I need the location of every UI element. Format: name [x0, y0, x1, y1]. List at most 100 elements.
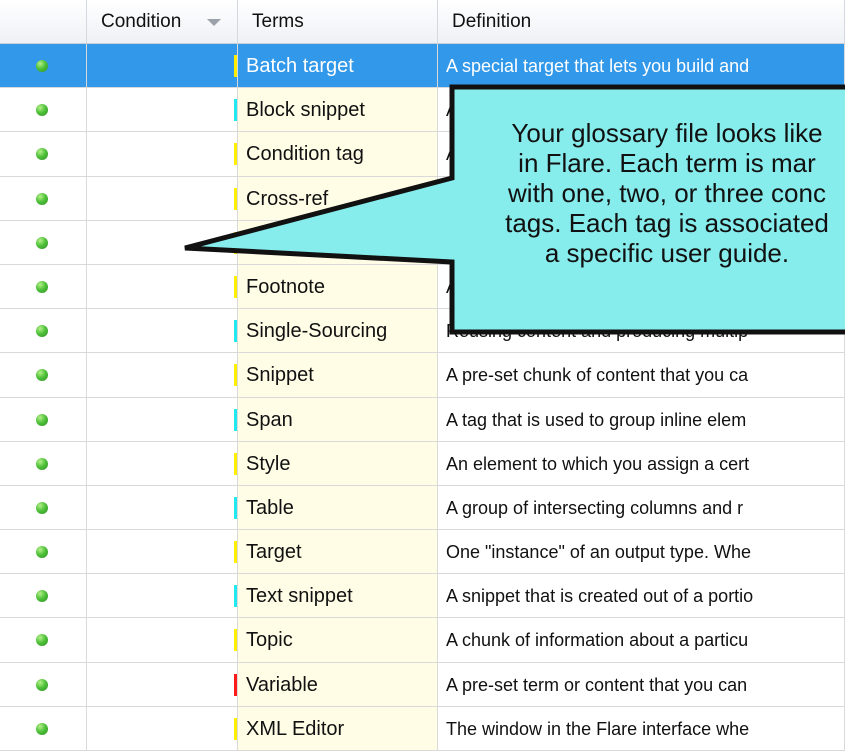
- term-cell[interactable]: Drop-down text: [238, 220, 438, 264]
- definition-cell[interactable]: Reusing content and producing multip: [438, 309, 845, 353]
- table-row[interactable]: XML Editor The window in the Flare interf…: [0, 706, 845, 751]
- status-dot-icon: [36, 60, 48, 72]
- condition-cell[interactable]: [87, 353, 238, 397]
- status-dot-icon: [36, 192, 48, 205]
- condition-cell[interactable]: [87, 220, 238, 264]
- status-dot-icon: [36, 678, 48, 691]
- condition-cell[interactable]: [87, 662, 238, 706]
- definition-cell[interactable]: A tag that is used to group inline elem: [438, 397, 845, 441]
- definition-cell[interactable]: A group of intersecting columns and r: [438, 485, 845, 530]
- status-cell: [0, 530, 87, 574]
- status-dot-icon: [36, 634, 48, 647]
- table-row[interactable]: Span A tag that is used to group inline e…: [0, 397, 845, 442]
- table-row[interactable]: Text snippet A snippet that is created ou…: [0, 574, 845, 619]
- status-cell: [0, 220, 87, 264]
- definition-cell[interactable]: A chunk of information about a particu: [438, 618, 845, 662]
- term-cell[interactable]: Table: [238, 485, 438, 530]
- definition-cell[interactable]: An element to which you assign a cert: [438, 441, 845, 485]
- definition-cell[interactable]: A snippet that is created out of a porti…: [438, 574, 845, 618]
- condition-cell[interactable]: [87, 397, 238, 441]
- condition-cell[interactable]: [87, 264, 238, 309]
- status-cell: [0, 397, 87, 441]
- sort-arrow-icon[interactable]: [207, 19, 221, 26]
- condition-cell[interactable]: [87, 574, 238, 618]
- definition-cell[interactable]: A special target that lets you build and: [438, 44, 845, 88]
- condition-cell[interactable]: [87, 132, 238, 176]
- condition-cell[interactable]: [87, 88, 238, 132]
- status-column-header[interactable]: [0, 0, 87, 43]
- status-cell: [0, 44, 87, 88]
- definition-cell[interactable]: One "instance" of an output type. Whe: [438, 530, 845, 574]
- term-cell[interactable]: Topic: [238, 618, 438, 662]
- status-cell: [0, 618, 87, 662]
- definition-header-label: Definition: [452, 11, 532, 32]
- table-row[interactable]: Batch target A special target that lets y…: [0, 44, 845, 89]
- definition-column-header[interactable]: Definition: [438, 0, 845, 43]
- callout-line: a specific user guide.: [544, 238, 790, 268]
- status-cell: [0, 441, 87, 485]
- status-cell: [0, 264, 87, 309]
- table-row[interactable]: Single-Sourcing Reusing content and produ…: [0, 309, 845, 354]
- condition-cell[interactable]: [87, 441, 238, 485]
- status-dot-icon: [36, 501, 48, 514]
- definition-cell[interactable]: The window in the Flare interface whe: [438, 706, 845, 750]
- term-cell[interactable]: Text snippet: [238, 574, 438, 618]
- status-dot-icon: [36, 369, 48, 382]
- callout-line: with one, two, or three conc: [508, 178, 826, 208]
- term-cell[interactable]: Cross-ref: [238, 176, 438, 220]
- term-cell[interactable]: Span: [238, 397, 438, 441]
- terms-header-label: Terms: [252, 11, 304, 32]
- status-dot-icon: [36, 325, 48, 338]
- callout-line: in Flare. Each term is mar: [518, 148, 816, 178]
- condition-cell[interactable]: [87, 530, 238, 574]
- condition-cell[interactable]: [87, 618, 238, 662]
- condition-cell[interactable]: [87, 706, 238, 750]
- term-cell[interactable]: Snippet: [238, 353, 438, 397]
- callout-line: tags. Each tag is associated: [505, 208, 829, 238]
- term-cell[interactable]: Style: [238, 441, 438, 485]
- definition-cell[interactable]: A pre-set chunk of content that you ca: [438, 353, 845, 397]
- status-dot-icon: [36, 590, 48, 603]
- table-row[interactable]: Topic A chunk of information about a part…: [0, 618, 845, 663]
- term-cell[interactable]: Single-Sourcing: [238, 309, 438, 353]
- condition-cell[interactable]: [87, 44, 238, 88]
- status-cell: [0, 485, 87, 530]
- terms-column-header[interactable]: Terms: [238, 0, 438, 43]
- status-dot-icon: [36, 104, 48, 117]
- grid-header: Condition Terms Definition: [0, 0, 845, 44]
- status-cell: [0, 574, 87, 618]
- table-row[interactable]: Target One "instance" of an output type. …: [0, 530, 845, 575]
- term-cell[interactable]: Batch target: [238, 44, 438, 88]
- term-cell[interactable]: Target: [238, 530, 438, 574]
- term-cell[interactable]: Footnote: [238, 264, 438, 309]
- term-cell[interactable]: Condition tag: [238, 132, 438, 176]
- definition-cell[interactable]: A pre-set term or content that you can: [438, 662, 845, 706]
- status-dot-icon: [36, 546, 48, 559]
- table-row[interactable]: Table A group of intersecting columns and…: [0, 485, 845, 531]
- status-cell: [0, 353, 87, 397]
- glossary-grid: Condition Terms Definition Batch target A…: [0, 0, 845, 751]
- table-row[interactable]: Style An element to which you assign a ce…: [0, 441, 845, 486]
- status-cell: [0, 309, 87, 353]
- table-row[interactable]: Snippet A pre-set chunk of content that y…: [0, 353, 845, 398]
- definition-cell[interactable]: A: [438, 264, 845, 309]
- status-cell: [0, 706, 87, 750]
- status-cell: [0, 132, 87, 176]
- table-row[interactable]: Variable A pre-set term or content that y…: [0, 662, 845, 707]
- status-cell: [0, 176, 87, 220]
- status-dot-icon: [36, 148, 48, 161]
- status-dot-icon: [36, 236, 48, 249]
- status-dot-icon: [36, 722, 48, 735]
- status-cell: [0, 662, 87, 706]
- condition-cell[interactable]: [87, 176, 238, 220]
- term-cell[interactable]: Block snippet: [238, 88, 438, 132]
- status-dot-icon: [36, 413, 48, 426]
- term-cell[interactable]: XML Editor: [238, 706, 438, 750]
- table-row[interactable]: Footnote A: [0, 264, 845, 310]
- term-cell[interactable]: Variable: [238, 662, 438, 706]
- callout-line: Your glossary file looks like: [511, 118, 823, 148]
- condition-cell[interactable]: [87, 309, 238, 353]
- condition-column-header[interactable]: Condition: [87, 0, 238, 43]
- condition-cell[interactable]: [87, 485, 238, 530]
- status-cell: [0, 88, 87, 132]
